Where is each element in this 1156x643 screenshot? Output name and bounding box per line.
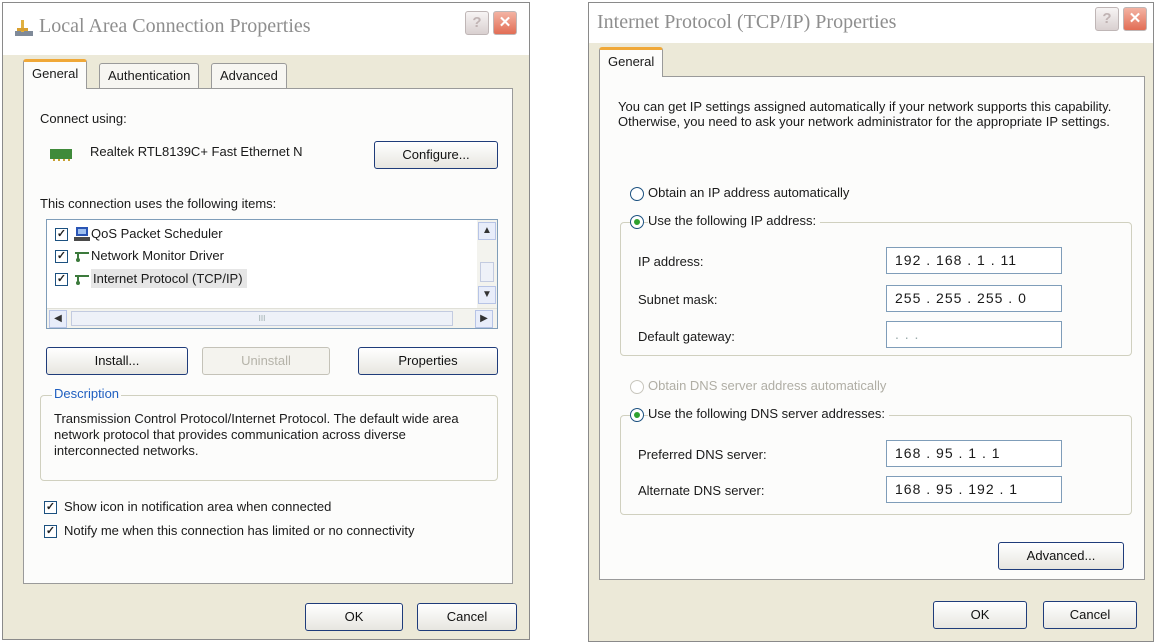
use-following-ip-label: Use the following IP address: [648, 213, 821, 228]
network-protocol-icon [75, 252, 89, 262]
install-button[interactable]: Install... [46, 347, 188, 375]
horizontal-scrollbar[interactable]: ◀ III ▶ [47, 308, 497, 328]
scroll-thumb-horizontal[interactable]: III [71, 311, 453, 326]
use-following-ip-radio[interactable] [630, 215, 644, 229]
description-legend: Description [52, 386, 122, 401]
scroll-thumb[interactable] [480, 262, 494, 282]
ok-button[interactable]: OK [305, 603, 403, 631]
notify-checkbox[interactable]: ✓ [44, 525, 57, 538]
network-protocol-icon [75, 275, 89, 285]
advanced-button[interactable]: Advanced... [998, 542, 1124, 570]
properties-button[interactable]: Properties [358, 347, 498, 375]
preferred-dns-label: Preferred DNS server: [638, 447, 767, 462]
tab-advanced[interactable]: Advanced [211, 63, 287, 89]
close-button[interactable]: ✕ [1123, 7, 1147, 31]
title-bar[interactable]: Internet Protocol (TCP/IP) Properties ? … [589, 3, 1153, 43]
window-title: Local Area Connection Properties [39, 15, 311, 37]
scroll-right-icon[interactable]: ▶ [475, 310, 493, 328]
obtain-ip-auto-label: Obtain an IP address automatically [648, 185, 850, 200]
ip-address-label: IP address: [638, 254, 704, 269]
alternate-dns-label: Alternate DNS server: [638, 483, 765, 498]
default-gateway-label: Default gateway: [638, 329, 735, 344]
obtain-dns-auto-label: Obtain DNS server address automatically [648, 378, 887, 393]
scroll-up-icon[interactable]: ▲ [478, 222, 496, 240]
description-text: Transmission Control Protocol/Internet P… [54, 411, 459, 458]
checkbox[interactable]: ✓ [55, 228, 68, 241]
alternate-dns-input[interactable]: 168 . 95 . 192 . 1 [886, 476, 1062, 503]
ip-address-input[interactable]: 192 . 168 . 1 . 11 [886, 247, 1062, 274]
item-label: Internet Protocol (TCP/IP) [91, 269, 247, 288]
intro-text: You can get IP settings assigned automat… [618, 99, 1112, 129]
show-icon-label: Show icon in notification area when conn… [64, 499, 332, 514]
preferred-dns-input[interactable]: 168 . 95 . 1 . 1 [886, 440, 1062, 467]
configure-button[interactable]: Configure... [374, 141, 498, 169]
items-list[interactable]: ✓ QoS Packet Scheduler ✓ Network Monitor… [46, 219, 498, 329]
general-tab-panel: Connect using: Realtek RTL8139C+ Fast Et… [23, 88, 513, 584]
tab-general[interactable]: General [23, 59, 88, 89]
subnet-mask-label: Subnet mask: [638, 292, 718, 307]
cancel-button[interactable]: Cancel [1043, 601, 1137, 629]
show-icon-checkbox[interactable]: ✓ [44, 501, 57, 514]
default-gateway-input[interactable]: . . . [886, 321, 1062, 348]
use-following-dns-label: Use the following DNS server addresses: [648, 406, 889, 421]
scroll-left-icon[interactable]: ◀ [49, 310, 67, 328]
scroll-down-icon[interactable]: ▼ [478, 286, 496, 304]
connect-using-label: Connect using: [40, 111, 127, 126]
title-bar[interactable]: Local Area Connection Properties ? ✕ [3, 3, 529, 55]
help-button[interactable]: ? [1095, 7, 1119, 31]
list-item[interactable]: ✓ QoS Packet Scheduler [53, 224, 473, 246]
cancel-button[interactable]: Cancel [417, 603, 517, 631]
window-title: Internet Protocol (TCP/IP) Properties [597, 11, 897, 33]
item-label: QoS Packet Scheduler [91, 226, 223, 241]
item-label: Network Monitor Driver [91, 248, 224, 263]
network-connection-icon [15, 20, 33, 36]
local-area-connection-dialog: Local Area Connection Properties ? ✕ Gen… [2, 2, 530, 640]
tab-general[interactable]: General [599, 47, 664, 77]
close-button[interactable]: ✕ [493, 11, 517, 35]
subnet-mask-input[interactable]: 255 . 255 . 255 . 0 [886, 285, 1062, 312]
notify-label: Notify me when this connection has limit… [64, 523, 415, 538]
tcpip-properties-dialog: Internet Protocol (TCP/IP) Properties ? … [588, 2, 1154, 642]
network-adapter-icon [50, 149, 72, 161]
help-button[interactable]: ? [465, 11, 489, 35]
list-item[interactable]: ✓ Internet Protocol (TCP/IP) [53, 268, 473, 292]
checkbox[interactable]: ✓ [55, 250, 68, 263]
general-tab-panel: You can get IP settings assigned automat… [599, 76, 1145, 580]
adapter-name: Realtek RTL8139C+ Fast Ethernet N [90, 144, 303, 159]
obtain-dns-auto-radio [630, 380, 644, 394]
obtain-ip-auto-radio[interactable] [630, 187, 644, 201]
items-label: This connection uses the following items… [40, 196, 277, 211]
uninstall-button: Uninstall [202, 347, 330, 375]
list-item[interactable]: ✓ Network Monitor Driver [53, 246, 473, 268]
scheduler-icon [74, 227, 90, 241]
checkbox[interactable]: ✓ [55, 273, 68, 286]
ok-button[interactable]: OK [933, 601, 1027, 629]
tab-authentication[interactable]: Authentication [99, 63, 200, 89]
use-following-dns-radio[interactable] [630, 408, 644, 422]
vertical-scrollbar[interactable]: ▲ ▼ [477, 220, 497, 308]
